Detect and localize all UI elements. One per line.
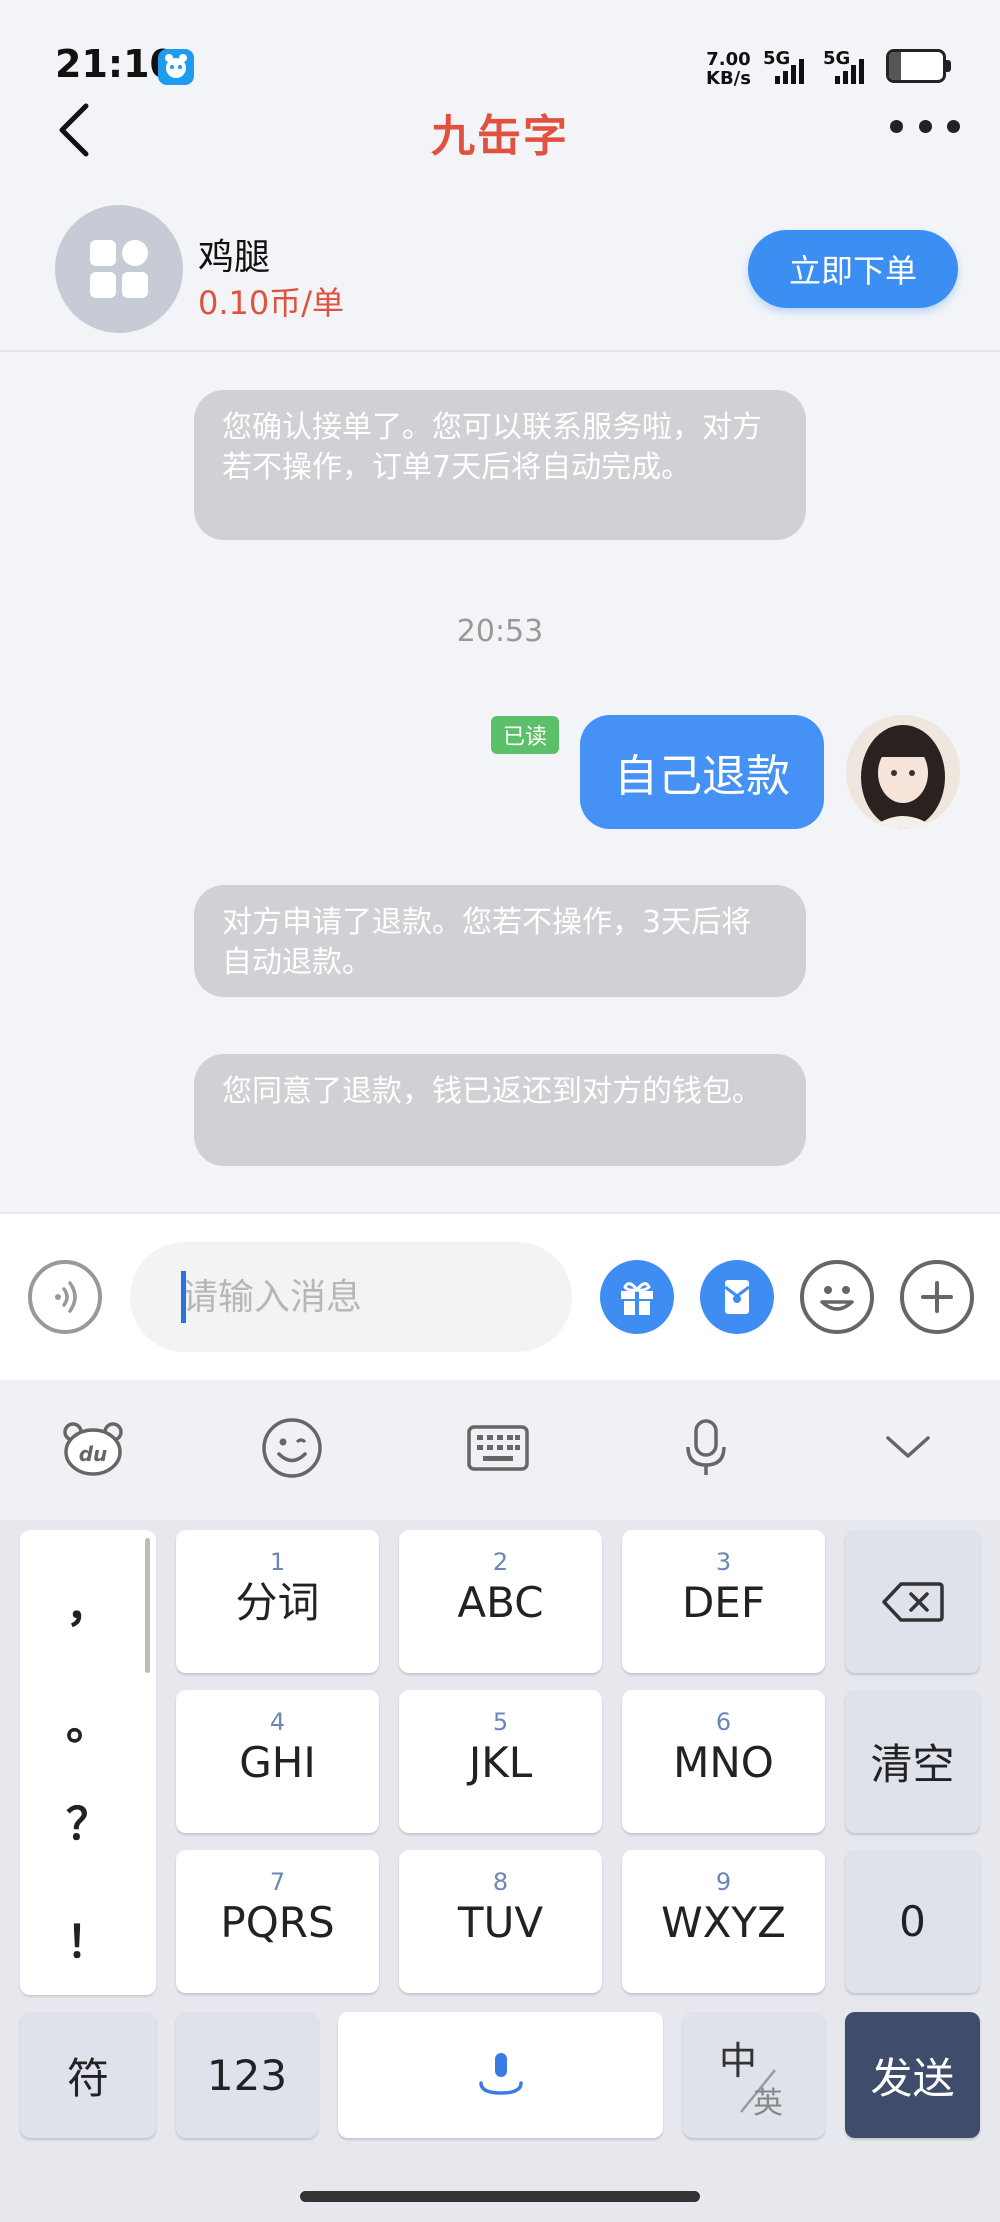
product-avatar[interactable] xyxy=(55,205,183,333)
punct-key-question[interactable]: ？ xyxy=(20,1788,156,1852)
key-3[interactable]: 3 DEF xyxy=(622,1530,825,1673)
emoji-face-button[interactable] xyxy=(254,1410,330,1486)
order-now-button[interactable]: 立即下单 xyxy=(748,230,958,308)
plus-button[interactable] xyxy=(900,1260,974,1334)
keyboard-icon xyxy=(467,1425,529,1471)
red-packet-icon xyxy=(724,1280,750,1314)
my-message-bubble[interactable]: 自己退款 xyxy=(580,715,824,829)
du-bear-button[interactable]: du xyxy=(55,1410,131,1486)
product-price: 0.10币/单 xyxy=(198,284,345,322)
voice-input-icon xyxy=(478,2053,523,2095)
key-8[interactable]: 8 TUV xyxy=(399,1850,602,1993)
send-key[interactable]: 发送 xyxy=(845,2012,980,2138)
backspace-icon xyxy=(881,1581,944,1622)
key-5[interactable]: 5 JKL xyxy=(399,1690,602,1833)
gift-button[interactable] xyxy=(600,1260,674,1334)
chevron-down-icon xyxy=(886,1436,930,1458)
plus-icon xyxy=(921,1281,953,1313)
clear-key[interactable]: 清空 xyxy=(845,1690,980,1833)
keyboard-switch-button[interactable] xyxy=(460,1410,536,1486)
gift-icon xyxy=(621,1282,653,1315)
microphone-button[interactable] xyxy=(668,1410,744,1486)
emoji-icon xyxy=(820,1286,854,1311)
read-badge: 已读 xyxy=(491,716,559,754)
backspace-key[interactable] xyxy=(845,1530,980,1673)
user-avatar[interactable] xyxy=(846,715,960,829)
du-bear-icon: du xyxy=(63,1422,123,1476)
battery-tip xyxy=(946,60,951,72)
text-caret xyxy=(181,1271,186,1323)
punct-key-period[interactable]: 。 xyxy=(20,1688,156,1752)
symbol-key[interactable]: 符 xyxy=(20,2012,156,2138)
emoji-face-icon xyxy=(262,1418,322,1478)
key-2[interactable]: 2 ABC xyxy=(399,1530,602,1673)
header-divider xyxy=(0,350,1000,352)
system-message: 对方申请了退款。您若不操作，3天后将自动退款。 xyxy=(194,885,806,997)
page-title: 九缶字 xyxy=(431,111,569,162)
voice-icon xyxy=(55,1281,77,1313)
message-input[interactable] xyxy=(130,1242,572,1352)
home-indicator[interactable] xyxy=(300,2191,700,2202)
collapse-keyboard-button[interactable] xyxy=(870,1410,946,1486)
key-9[interactable]: 9 WXYZ xyxy=(622,1850,825,1993)
system-message: 您同意了退款，钱已返还到对方的钱包。 xyxy=(194,1054,806,1166)
svg-text:du: du xyxy=(79,1442,108,1466)
key-4[interactable]: 4 GHI xyxy=(176,1690,379,1833)
more-options-button[interactable] xyxy=(890,114,960,138)
battery-icon: 23 xyxy=(886,49,946,83)
key-7[interactable]: 7 PQRS xyxy=(176,1850,379,1993)
number-key[interactable]: 123 xyxy=(176,2012,318,2138)
space-key[interactable] xyxy=(338,2012,663,2138)
sim2-signal-icon: 5G xyxy=(823,48,878,86)
system-message: 您确认接单了。您可以联系服务啦，对方若不操作，订单7天后将自动完成。 xyxy=(194,390,806,540)
language-switch-key[interactable]: 中 英 xyxy=(683,2012,825,2138)
key-1[interactable]: 1 分词 xyxy=(176,1530,379,1673)
product-name: 鸡腿 xyxy=(198,237,271,278)
chat-timestamp: 20:53 xyxy=(456,614,544,649)
punct-key-comma[interactable]: ， xyxy=(20,1570,156,1634)
key-6[interactable]: 6 MNO xyxy=(622,1690,825,1833)
zero-key[interactable]: 0 xyxy=(845,1850,980,1993)
emoji-button[interactable] xyxy=(800,1260,874,1334)
app-grid-icon xyxy=(90,240,148,298)
app-notification-icon xyxy=(158,49,194,85)
network-speed: 7.00 KB/s xyxy=(706,49,751,89)
microphone-icon xyxy=(686,1419,726,1475)
voice-button[interactable] xyxy=(28,1260,102,1334)
punct-key-exclaim[interactable]: ！ xyxy=(20,1906,156,1970)
sim1-signal-icon: 5G xyxy=(763,48,818,86)
red-packet-button[interactable] xyxy=(700,1260,774,1334)
